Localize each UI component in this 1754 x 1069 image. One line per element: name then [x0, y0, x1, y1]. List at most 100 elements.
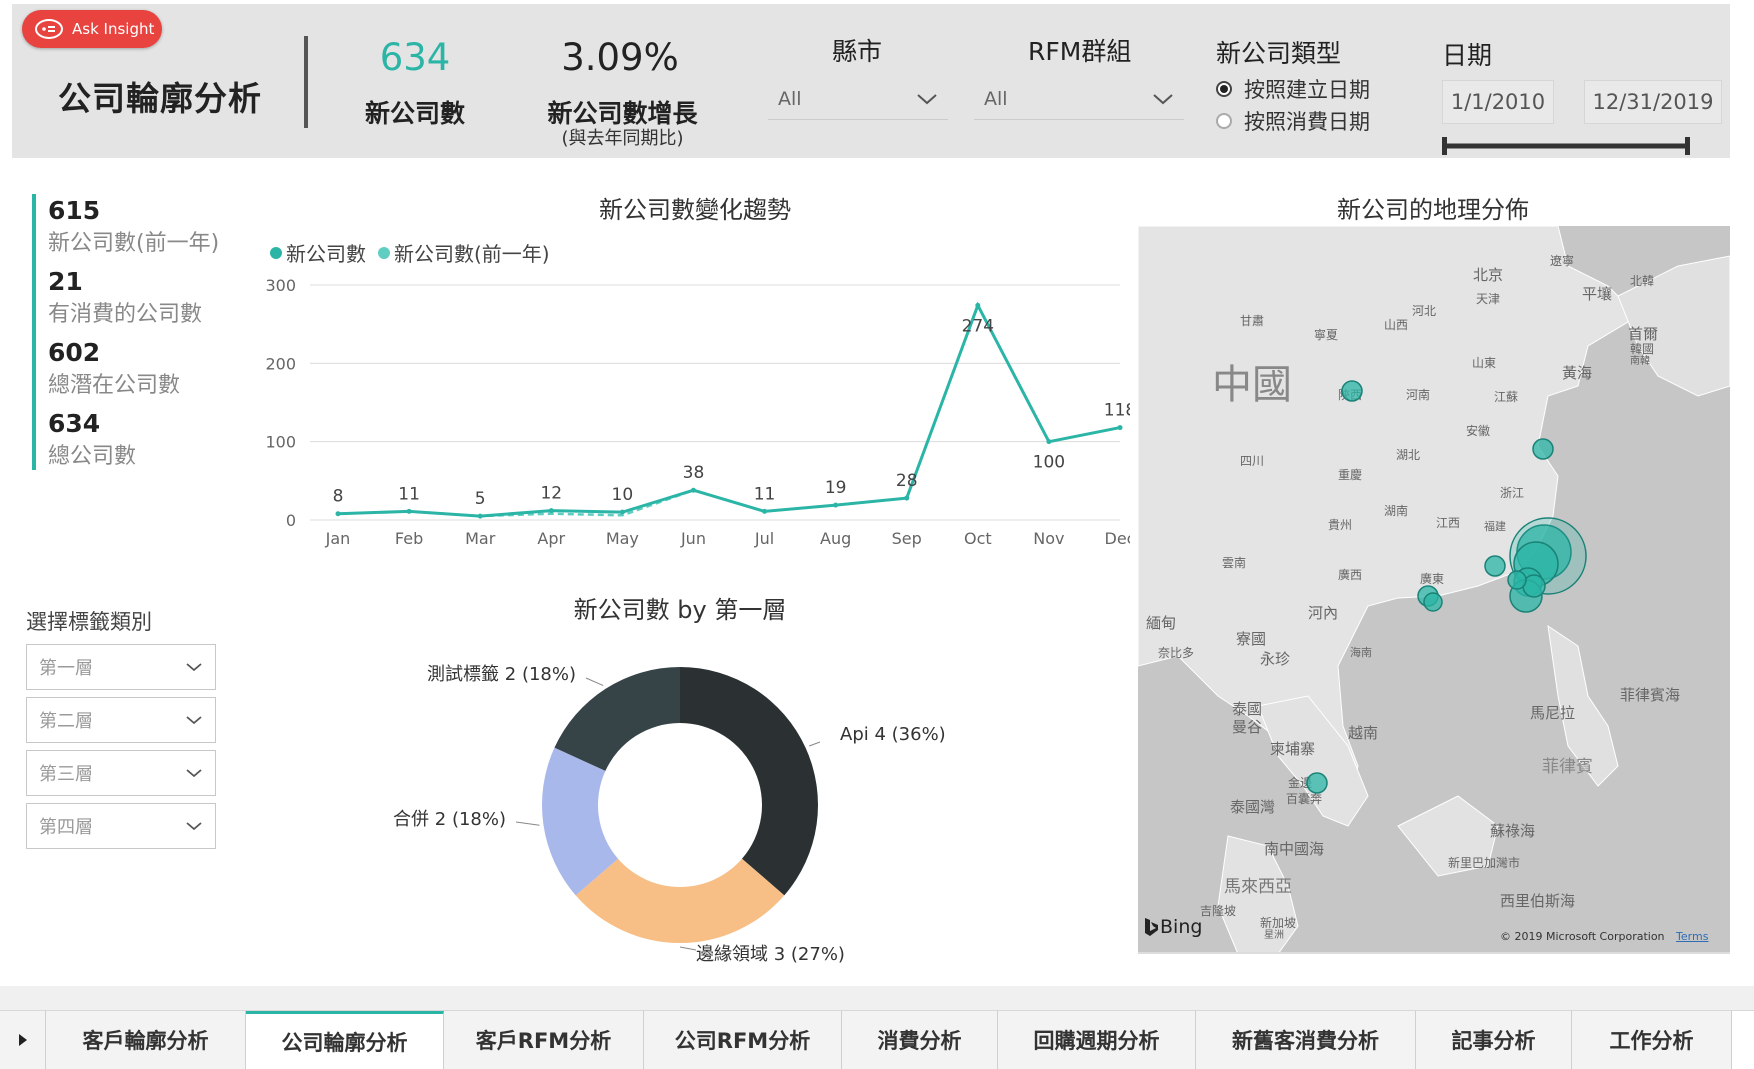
map-bubble[interactable] — [1484, 555, 1506, 577]
rfm-dropdown-value: All — [984, 87, 1008, 110]
ask-insight-button[interactable]: Ask Insight — [22, 10, 162, 48]
tab-repurchase-cycle[interactable]: 回購週期分析 — [998, 1011, 1196, 1069]
slider-end-handle[interactable] — [1685, 137, 1690, 155]
x-tick-label: Mar — [465, 529, 496, 548]
legend-dot-icon — [270, 246, 282, 259]
date-range-slider[interactable] — [1436, 134, 1696, 158]
data-label: 10 — [612, 485, 634, 505]
map-bubble[interactable] — [1507, 570, 1527, 590]
stat-value: 615 — [48, 196, 101, 225]
date-start-input[interactable]: 1/1/2010 — [1442, 80, 1554, 124]
series-line — [337, 304, 979, 518]
tag-level-3-dropdown[interactable]: 第三層 — [26, 750, 216, 796]
stat-item: 602 總潛在公司數 — [48, 338, 219, 399]
map-terms-link[interactable]: Terms — [1676, 930, 1708, 943]
map-bubble[interactable] — [1341, 380, 1363, 402]
line-chart: 0 100 200 300 Jan Feb Mar Apr May Jun Jul Aug Sep Oct… — [265, 276, 1130, 548]
map-bubble[interactable] — [1423, 592, 1443, 612]
slider-start-handle[interactable] — [1442, 137, 1447, 155]
data-point[interactable] — [762, 508, 768, 514]
bing-logo: Bing — [1142, 916, 1202, 938]
data-point[interactable] — [548, 508, 554, 514]
x-tick-label: Feb — [395, 529, 423, 548]
x-tick-label: Aug — [820, 529, 851, 548]
data-point[interactable] — [975, 302, 981, 308]
tab-work[interactable]: 工作分析 — [1572, 1011, 1732, 1069]
county-dropdown[interactable]: All — [768, 78, 948, 120]
title-divider — [304, 36, 308, 128]
tab-company-profile[interactable]: 公司輪廓分析 — [246, 1011, 444, 1069]
data-point[interactable] — [619, 509, 625, 515]
tabs-nav-button[interactable] — [0, 1011, 46, 1069]
data-label: 8 — [333, 487, 344, 507]
tab-new-old-customer[interactable]: 新舊客消費分析 — [1196, 1011, 1416, 1069]
stat-label: 有消費的公司數 — [48, 302, 203, 327]
tab-notes[interactable]: 記事分析 — [1416, 1011, 1572, 1069]
date-slicer-title: 日期 — [1442, 41, 1493, 70]
tag-level-2-dropdown[interactable]: 第二層 — [26, 697, 216, 743]
donut-label: 邊緣領域 3 (27%) — [696, 944, 845, 965]
radio-by-creation-date[interactable]: 按照建立日期 — [1216, 74, 1370, 104]
donut-slice[interactable] — [575, 858, 785, 943]
x-tick-label: Jan — [325, 529, 351, 548]
data-label: 100 — [1033, 453, 1065, 473]
tag-level-label: 第一層 — [39, 658, 93, 679]
leader-line — [679, 946, 697, 951]
data-point[interactable] — [690, 487, 696, 493]
map-bubble[interactable] — [1532, 438, 1554, 460]
tab-company-rfm[interactable]: 公司RFM分析 — [644, 1011, 842, 1069]
y-tick-label: 0 — [286, 511, 296, 530]
x-tick-label: Oct — [964, 529, 992, 548]
data-point[interactable] — [1117, 425, 1123, 431]
radio-by-purchase-date-label: 按照消費日期 — [1244, 110, 1370, 134]
tag-level-1-dropdown[interactable]: 第一層 — [26, 644, 216, 690]
map-bubble[interactable] — [1306, 772, 1328, 794]
map-bubbles — [1306, 380, 1587, 794]
county-slicer-title: 縣市 — [832, 37, 883, 66]
series-line — [337, 301, 1121, 518]
tab-customer-profile[interactable]: 客戶輪廓分析 — [46, 1011, 246, 1069]
data-point[interactable] — [335, 511, 341, 517]
line-chart-legend: 新公司數 新公司數(前一年) — [270, 238, 550, 267]
data-point[interactable] — [477, 513, 483, 519]
stat-value: 21 — [48, 267, 83, 296]
tag-filter-title: 選擇標籤類別 — [26, 610, 152, 634]
kpi-new-companies-value: 634 — [379, 36, 451, 79]
map-title: 新公司的地理分佈 — [1337, 196, 1529, 224]
data-label: 12 — [540, 484, 562, 504]
data-point[interactable] — [406, 508, 412, 514]
bing-label: Bing — [1160, 916, 1203, 938]
data-label: 5 — [475, 489, 486, 509]
donut-slice[interactable] — [680, 667, 818, 896]
data-point[interactable] — [1046, 439, 1052, 445]
legend-dot-icon — [378, 246, 390, 259]
data-label: 11 — [754, 484, 776, 504]
x-tick-label: Apr — [537, 529, 565, 548]
stat-label: 總潛在公司數 — [48, 373, 181, 398]
ask-insight-label: Ask Insight — [72, 20, 155, 38]
kpi-new-companies-label: 新公司數 — [364, 99, 465, 128]
tag-level-label: 第二層 — [39, 711, 93, 732]
radio-unselected-icon — [1216, 113, 1232, 129]
stats-accent-bar — [32, 194, 36, 470]
tag-level-4-dropdown[interactable]: 第四層 — [26, 803, 216, 849]
canvas-bottom-strip — [0, 986, 1754, 1010]
stat-label: 新公司數(前一年) — [48, 231, 220, 256]
map-copyright: © 2019 Microsoft Corporation Terms — [1500, 930, 1708, 943]
radio-by-purchase-date[interactable]: 按照消費日期 — [1216, 106, 1370, 136]
geo-map[interactable]: 中國 北京 天津 遼寧 北韓 平壤 首爾 韓國 南韓 黃海 河北 山西 甘肅 寧… — [1138, 226, 1730, 954]
chevron-down-icon — [186, 663, 202, 672]
data-point[interactable] — [904, 495, 910, 501]
tab-consumption[interactable]: 消費分析 — [842, 1011, 998, 1069]
caret-right-icon — [18, 1034, 27, 1046]
date-end-input[interactable]: 12/31/2019 — [1584, 80, 1722, 124]
county-dropdown-value: All — [778, 87, 802, 110]
page-tabs: 客戶輪廓分析 公司輪廓分析 客戶RFM分析 公司RFM分析 消費分析 回購週期分… — [0, 1010, 1754, 1069]
data-point[interactable] — [833, 502, 839, 508]
map-copyright-text: © 2019 Microsoft Corporation — [1500, 930, 1665, 943]
leader-line — [808, 741, 821, 747]
radio-selected-icon — [1216, 81, 1232, 97]
tab-customer-rfm[interactable]: 客戶RFM分析 — [444, 1011, 644, 1069]
stat-value: 634 — [48, 409, 101, 438]
rfm-dropdown[interactable]: All — [974, 78, 1184, 120]
